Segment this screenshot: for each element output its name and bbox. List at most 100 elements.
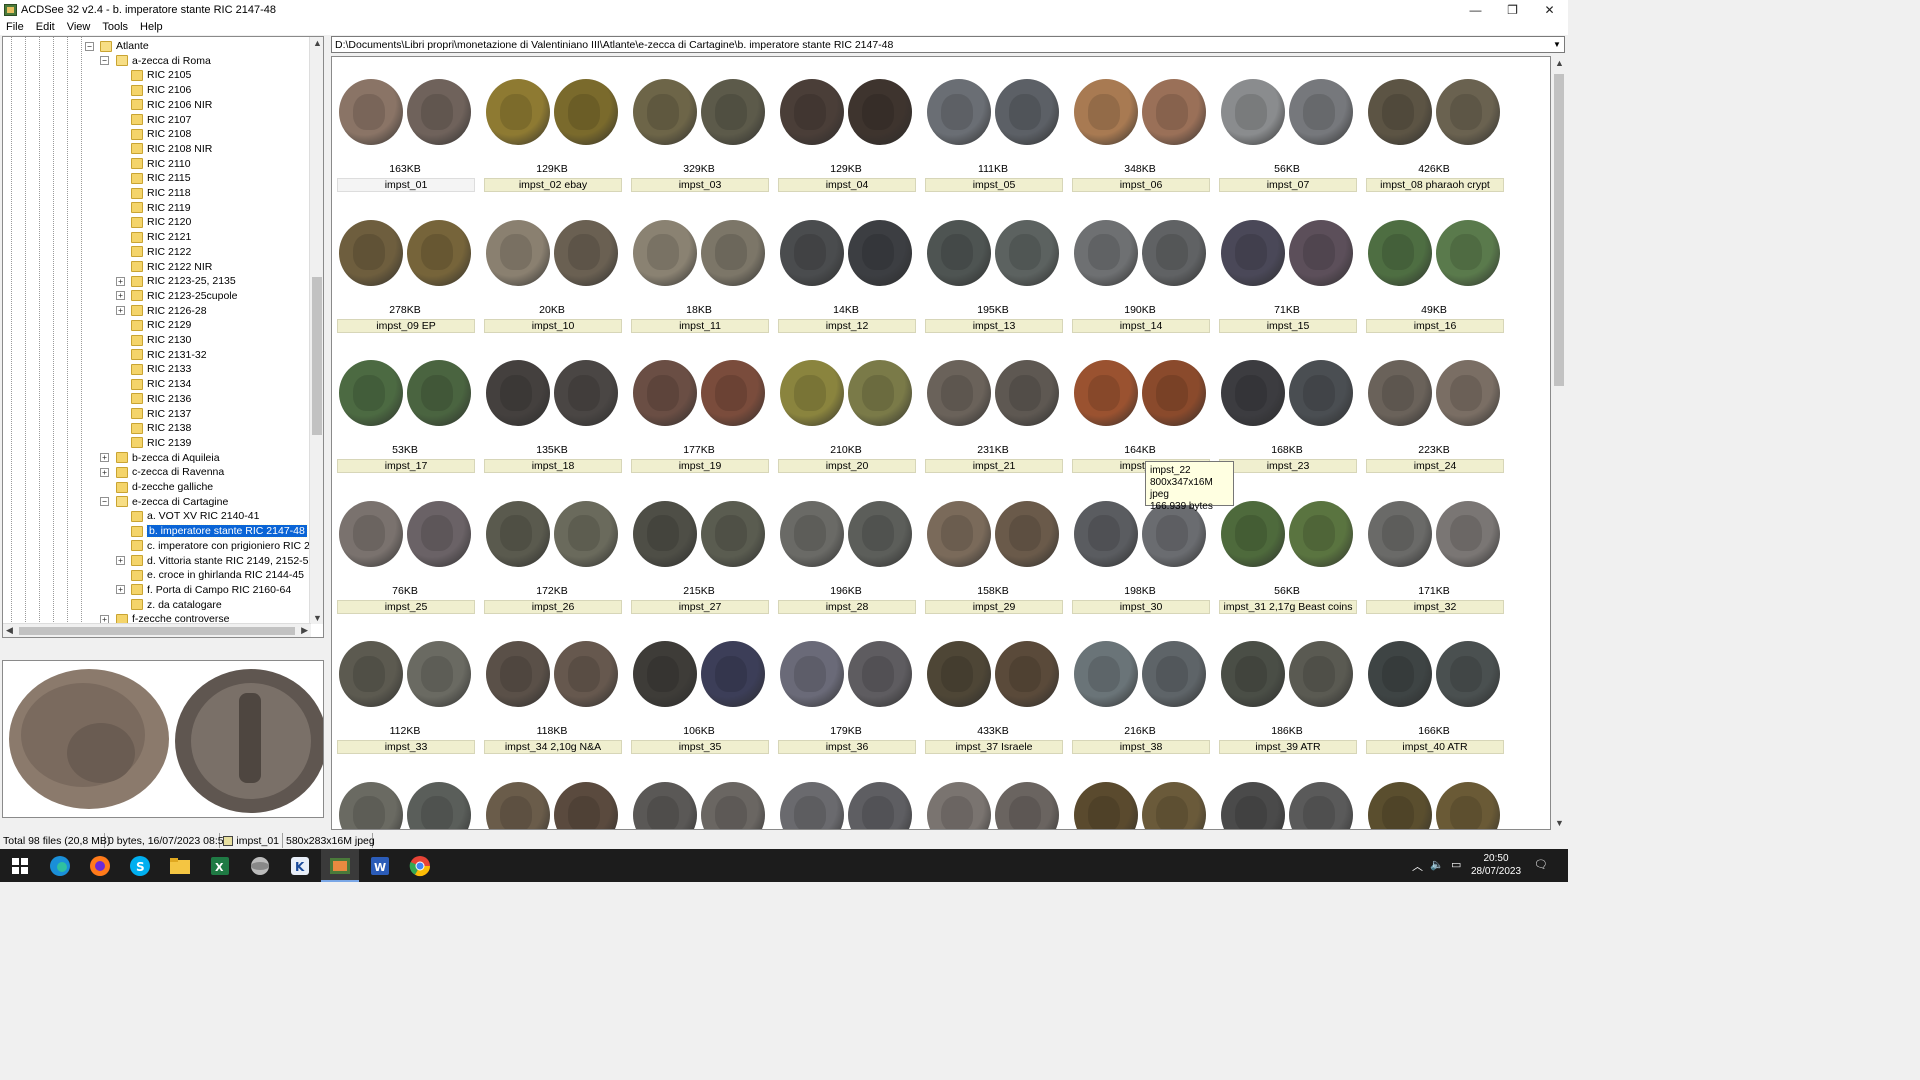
path-bar[interactable]: D:\Documents\Libri propri\monetazione di… (331, 36, 1565, 53)
tree-item-ric[interactable]: RIC 2119 (131, 201, 191, 215)
thumbnail-item[interactable]: 196KB impst_28 (776, 495, 916, 625)
thumbnail-item[interactable]: 76KB impst_25 (335, 495, 475, 625)
thumbnail-item[interactable]: 56KB impst_31 2,17g Beast coins (1217, 495, 1357, 625)
tree-horizontal-scrollbar[interactable]: ◀ ▶ (3, 623, 311, 637)
tree-item-ric[interactable]: RIC 2123-25, 2135 (131, 274, 236, 288)
thumbnail-item[interactable]: 56KB impst_07 (1217, 73, 1357, 203)
chrome-icon[interactable] (408, 854, 432, 878)
menu-tools[interactable]: Tools (96, 21, 134, 33)
tree-item-ric[interactable]: RIC 2129 (131, 318, 191, 332)
tree-hscroll-thumb[interactable] (19, 627, 295, 635)
expand-icon[interactable]: + (100, 453, 109, 463)
thumbnail-item[interactable]: 210KB impst_20 (776, 354, 916, 484)
thumbnail-item[interactable]: 177KB impst_19 (629, 354, 769, 484)
tree-item-galliche[interactable]: d-zecche galliche (116, 480, 213, 494)
thumbnail-item[interactable]: 163KB impst_01 (335, 73, 475, 203)
tree-item-ric[interactable]: RIC 2138 (131, 421, 191, 435)
windows-start-icon[interactable] (8, 854, 32, 878)
thumbnail-item[interactable]: 118KB impst_34 2,10g N&A (482, 635, 622, 765)
menu-file[interactable]: File (0, 21, 30, 33)
network-icon[interactable]: ▭ (1451, 858, 1461, 871)
scroll-right-icon[interactable]: ▶ (301, 625, 308, 636)
tree-item-ric[interactable]: RIC 2133 (131, 362, 191, 376)
thumbnail-item[interactable]: 20KB impst_10 (482, 214, 622, 344)
thumbnail-item[interactable]: 426KB impst_08 pharaoh crypt (1364, 73, 1504, 203)
thumbnail-item[interactable]: 190KB impst_14 (1070, 214, 1210, 344)
tree-item-ric[interactable]: RIC 2118 (131, 186, 191, 200)
thumbnail-item[interactable]: 129KB impst_04 (776, 73, 916, 203)
firefox-icon[interactable] (88, 854, 112, 878)
thumbnail-item[interactable]: 329KB impst_03 (629, 73, 769, 203)
tree-item-ric[interactable]: RIC 2136 (131, 392, 191, 406)
tree-item-ric[interactable]: RIC 2105 (131, 68, 191, 82)
acdsee-icon[interactable] (328, 854, 352, 878)
tree-item-roma[interactable]: a-zecca di Roma (116, 54, 211, 68)
menu-edit[interactable]: Edit (30, 21, 61, 33)
thumbnail-item[interactable]: 49KB impst_16 (1364, 214, 1504, 344)
tree-item-cartagine-sub[interactable]: e. croce in ghirlanda RIC 2144-45 (131, 568, 304, 582)
collapse-icon[interactable]: − (100, 497, 109, 507)
expand-icon[interactable]: + (116, 556, 125, 565)
thumbnail-item[interactable]: 198KB impst_30 (1070, 495, 1210, 625)
tree-vertical-scrollbar[interactable]: ▲ ▼ (309, 37, 323, 624)
tree-item-ric[interactable]: RIC 2137 (131, 407, 191, 421)
file-explorer-icon[interactable] (168, 854, 192, 878)
thumbnail-item[interactable]: 215KB impst_27 (629, 495, 769, 625)
tree-scroll-thumb[interactable] (312, 277, 322, 435)
close-button[interactable]: ✕ (1531, 0, 1568, 19)
tree-item-ric[interactable]: RIC 2115 (131, 171, 191, 185)
thumbnail-item[interactable] (776, 776, 916, 829)
thumbnail-item[interactable]: 168KB impst_23 (1217, 354, 1357, 484)
scroll-up-icon[interactable]: ▲ (1555, 58, 1564, 68)
scroll-left-icon[interactable]: ◀ (6, 625, 13, 636)
thumbnail-item[interactable] (482, 776, 622, 829)
thumbnail-item[interactable]: 278KB impst_09 EP (335, 214, 475, 344)
tree-item-ric[interactable]: RIC 2120 (131, 215, 191, 229)
folder-tree[interactable]: − Atlante − a-zecca di Roma RIC 2105 RIC 2106… (2, 36, 324, 638)
expand-icon[interactable]: + (116, 585, 125, 595)
scroll-down-icon[interactable]: ▼ (313, 613, 322, 623)
thumbnail-item[interactable]: 223KB impst_24 (1364, 354, 1504, 484)
scroll-up-icon[interactable]: ▲ (313, 38, 322, 48)
thumbnail-item[interactable] (1217, 776, 1357, 829)
expand-icon[interactable]: + (116, 276, 125, 286)
thumbnail-scroll-thumb[interactable] (1554, 74, 1564, 386)
tree-item-ric[interactable]: RIC 2122 (131, 245, 191, 259)
thumbnail-item[interactable]: 111KB impst_05 (923, 73, 1063, 203)
tree-item-cartagine-sub[interactable]: c. imperatore con prigioniero RIC 2142 (131, 539, 311, 553)
scroll-down-icon[interactable]: ▼ (1555, 818, 1564, 828)
tree-item-ric[interactable]: RIC 2106 NIR (131, 98, 212, 112)
edge-icon[interactable] (48, 854, 72, 878)
menu-help[interactable]: Help (134, 21, 169, 33)
tree-item-ric[interactable]: RIC 2126-28 (131, 304, 207, 318)
excel-icon[interactable]: X (208, 854, 232, 878)
chevron-down-icon[interactable]: ▼ (1550, 37, 1564, 52)
word-icon[interactable]: W (368, 854, 392, 878)
tree-item-cartagine-sub[interactable]: z. da catalogare (131, 598, 222, 612)
tree-item-ric[interactable]: RIC 2139 (131, 436, 191, 450)
thumbnail-item[interactable]: 216KB impst_38 (1070, 635, 1210, 765)
tree-item-cartagine-sub[interactable]: a. VOT XV RIC 2140-41 (131, 509, 259, 523)
tree-item-ric[interactable]: RIC 2108 (131, 127, 191, 141)
thumbnail-item[interactable]: 158KB impst_29 (923, 495, 1063, 625)
thumbnail-item[interactable] (1070, 776, 1210, 829)
thumbnail-item[interactable]: 171KB impst_32 (1364, 495, 1504, 625)
tree-item-ric[interactable]: RIC 2123-25cupole (131, 289, 237, 303)
thumbnail-item[interactable]: 135KB impst_18 (482, 354, 622, 484)
tree-item-ric[interactable]: RIC 2110 (131, 157, 191, 171)
app-k-icon[interactable]: K (288, 854, 312, 878)
thumbnail-item[interactable]: 186KB impst_39 ATR (1217, 635, 1357, 765)
thumbnail-item[interactable]: 106KB impst_35 (629, 635, 769, 765)
thumbnail-item[interactable]: 433KB impst_37 Israele (923, 635, 1063, 765)
chevron-up-icon[interactable]: ︿ (1412, 858, 1423, 874)
thumbnail-item[interactable]: 179KB impst_36 (776, 635, 916, 765)
tree-item-cartagine-sub[interactable]: b. imperatore stante RIC 2147-48 (131, 524, 308, 539)
thumbnail-item[interactable]: 348KB impst_06 (1070, 73, 1210, 203)
thumbnail-item[interactable]: 14KB impst_12 (776, 214, 916, 344)
tree-item-ric[interactable]: RIC 2130 (131, 333, 191, 347)
tree-item-ric[interactable]: RIC 2122 NIR (131, 260, 212, 274)
speaker-icon[interactable]: 🔈 (1430, 858, 1444, 871)
thumbnail-item[interactable]: 166KB impst_40 ATR (1364, 635, 1504, 765)
tree-item-cartagine[interactable]: e-zecca di Cartagine (116, 495, 228, 509)
tree-item-ric[interactable]: RIC 2108 NIR (131, 142, 212, 156)
